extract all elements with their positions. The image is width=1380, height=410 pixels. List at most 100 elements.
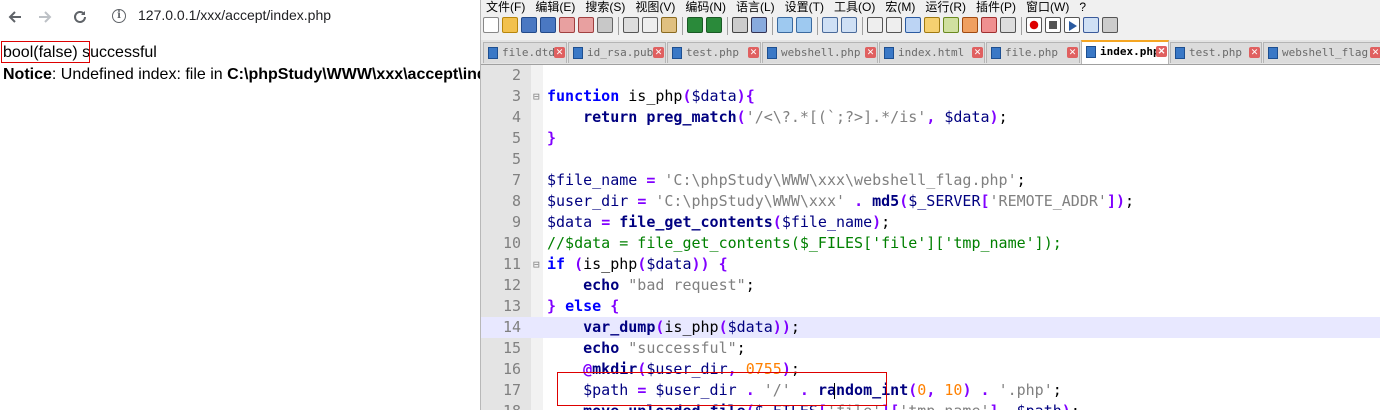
close-tab-icon[interactable]: ✕ xyxy=(1067,47,1078,58)
cut-icon[interactable] xyxy=(623,17,639,33)
code-line[interactable]: 4 return preg_match('/<\?.*[(`;?>].*/is'… xyxy=(481,107,1380,128)
code-token: , xyxy=(999,402,1008,410)
reload-icon[interactable] xyxy=(69,6,91,28)
menu-item[interactable]: ? xyxy=(1074,0,1091,14)
zoom-in-icon[interactable] xyxy=(777,17,793,33)
back-arrow-icon[interactable] xyxy=(4,6,26,28)
close-icon[interactable] xyxy=(559,17,575,33)
close-tab-icon[interactable]: ✕ xyxy=(554,47,565,58)
record-macro-icon[interactable] xyxy=(1026,17,1042,33)
site-info-icon[interactable]: i xyxy=(112,9,126,23)
stop-macro-icon[interactable] xyxy=(1045,17,1061,33)
fold-toggle-icon[interactable]: ⊟ xyxy=(533,86,543,107)
close-tab-icon[interactable]: ✕ xyxy=(748,47,759,58)
menu-item[interactable]: 文件(F) xyxy=(481,0,530,14)
code-line[interactable]: 15 echo "successful"; xyxy=(481,338,1380,359)
new-file-icon[interactable] xyxy=(483,17,499,33)
code-line[interactable]: 9 $data = file_get_contents($file_name); xyxy=(481,212,1380,233)
code-line[interactable]: 8 $user_dir = 'C:\phpStudy\WWW\xxx' . md5… xyxy=(481,191,1380,212)
code-token: is_php xyxy=(664,318,719,336)
line-number: 15 xyxy=(502,339,521,357)
tab-file-dtd[interactable]: file.dtd ✕ xyxy=(483,42,567,63)
menu-item[interactable]: 编辑(E) xyxy=(530,0,580,14)
copy-icon[interactable] xyxy=(642,17,658,33)
tab-webshell-flag-php[interactable]: webshell_flag.php✕ xyxy=(1263,42,1380,63)
indent-guide-icon[interactable] xyxy=(905,17,921,33)
menu-item[interactable]: 搜索(S) xyxy=(580,0,630,14)
paste-icon[interactable] xyxy=(661,17,677,33)
code-line[interactable]: 12 echo "bad request"; xyxy=(481,275,1380,296)
close-tab-icon[interactable]: ✕ xyxy=(653,47,664,58)
code-line[interactable]: 10 //$data = file_get_contents($_FILES['f… xyxy=(481,233,1380,254)
close-tab-icon[interactable]: ✕ xyxy=(1156,46,1167,57)
udl-icon[interactable] xyxy=(924,17,940,33)
run-macro-multiple-icon[interactable] xyxy=(1083,17,1099,33)
fold-toggle-icon[interactable]: ⊟ xyxy=(533,254,543,275)
tab-test-php[interactable]: test.php ✕ xyxy=(1170,42,1262,63)
menu-item[interactable]: 插件(P) xyxy=(971,0,1021,14)
code-line[interactable]: 14 var_dump(is_php($data)); xyxy=(481,317,1380,338)
code-token: ) xyxy=(700,255,710,273)
menu-item[interactable]: 窗口(W) xyxy=(1021,0,1074,14)
code-line[interactable]: 3 ⊟ function is_php($data){ xyxy=(481,86,1380,107)
function-list-icon[interactable] xyxy=(962,17,978,33)
code-text: $data = file_get_contents($file_name); xyxy=(547,212,890,233)
doc-map-icon[interactable] xyxy=(943,17,959,33)
code-line[interactable]: 5} xyxy=(481,128,1380,149)
forward-arrow-icon[interactable] xyxy=(34,6,56,28)
menu-item[interactable]: 编码(N) xyxy=(680,0,731,14)
play-macro-icon[interactable] xyxy=(1064,17,1080,33)
tab-index-html[interactable]: index.html ✕ xyxy=(879,42,985,63)
zoom-out-icon[interactable] xyxy=(796,17,812,33)
close-all-icon[interactable] xyxy=(578,17,594,33)
close-tab-icon[interactable]: ✕ xyxy=(865,47,876,58)
monitoring-icon[interactable] xyxy=(1000,17,1016,33)
tab-webshell-php[interactable]: webshell.php ✕ xyxy=(762,42,878,63)
code-line[interactable]: 11 ⊟ if (is_php($data)) { xyxy=(481,254,1380,275)
tab-index-php[interactable]: index.php ✕ xyxy=(1081,40,1169,64)
menu-item[interactable]: 宏(M) xyxy=(880,0,920,14)
code-line[interactable]: 7 $file_name = 'C:\phpStudy\WWW\xxx\websh… xyxy=(481,170,1380,191)
address-bar[interactable]: 127.0.0.1/xxx/accept/index.php xyxy=(138,7,331,23)
code-token: ) xyxy=(691,255,701,273)
code-token: ) xyxy=(1062,402,1071,410)
code-editor[interactable]: 2 3 ⊟ function is_php($data){4 return preg_… xyxy=(481,65,1380,410)
menu-item[interactable]: 语言(L) xyxy=(731,0,780,14)
replace-icon[interactable] xyxy=(751,17,767,33)
code-line[interactable]: 13} else { xyxy=(481,296,1380,317)
code-token: = xyxy=(601,213,611,231)
menu-item[interactable]: 工具(O) xyxy=(829,0,880,14)
menu-item[interactable]: 运行(R) xyxy=(920,0,971,14)
tab-test-php[interactable]: test.php ✕ xyxy=(667,42,761,63)
code-token: 10 xyxy=(944,381,963,399)
show-all-chars-icon[interactable] xyxy=(886,17,902,33)
redo-icon[interactable] xyxy=(706,17,722,33)
menu-item[interactable]: 视图(V) xyxy=(630,0,680,14)
print-icon[interactable] xyxy=(597,17,613,33)
close-tab-icon[interactable]: ✕ xyxy=(1370,47,1380,58)
code-text: echo "bad request"; xyxy=(547,275,755,296)
word-wrap-icon[interactable] xyxy=(867,17,883,33)
sync-horizontal-icon[interactable] xyxy=(841,17,857,33)
code-token: function xyxy=(547,87,620,105)
code-line[interactable]: 2 xyxy=(481,65,1380,86)
save-all-icon[interactable] xyxy=(540,17,556,33)
code-token: $user_dir xyxy=(547,192,629,210)
undo-icon[interactable] xyxy=(687,17,703,33)
tab-file-php[interactable]: file.php ✕ xyxy=(986,42,1080,63)
menu-item[interactable]: 设置(T) xyxy=(780,0,829,14)
tab-label: index.php xyxy=(1100,45,1160,58)
sync-vertical-icon[interactable] xyxy=(822,17,838,33)
save-macro-icon[interactable] xyxy=(1102,17,1118,33)
open-file-icon[interactable] xyxy=(502,17,518,33)
close-tab-icon[interactable]: ✕ xyxy=(1249,47,1260,58)
find-icon[interactable] xyxy=(732,17,748,33)
close-tab-icon[interactable]: ✕ xyxy=(972,47,983,58)
code-line[interactable]: 5 xyxy=(481,149,1380,170)
tab-id-rsa-pub[interactable]: id_rsa.pub ✕ xyxy=(568,42,666,63)
folder-workspace-icon[interactable] xyxy=(981,17,997,33)
save-icon[interactable] xyxy=(521,17,537,33)
